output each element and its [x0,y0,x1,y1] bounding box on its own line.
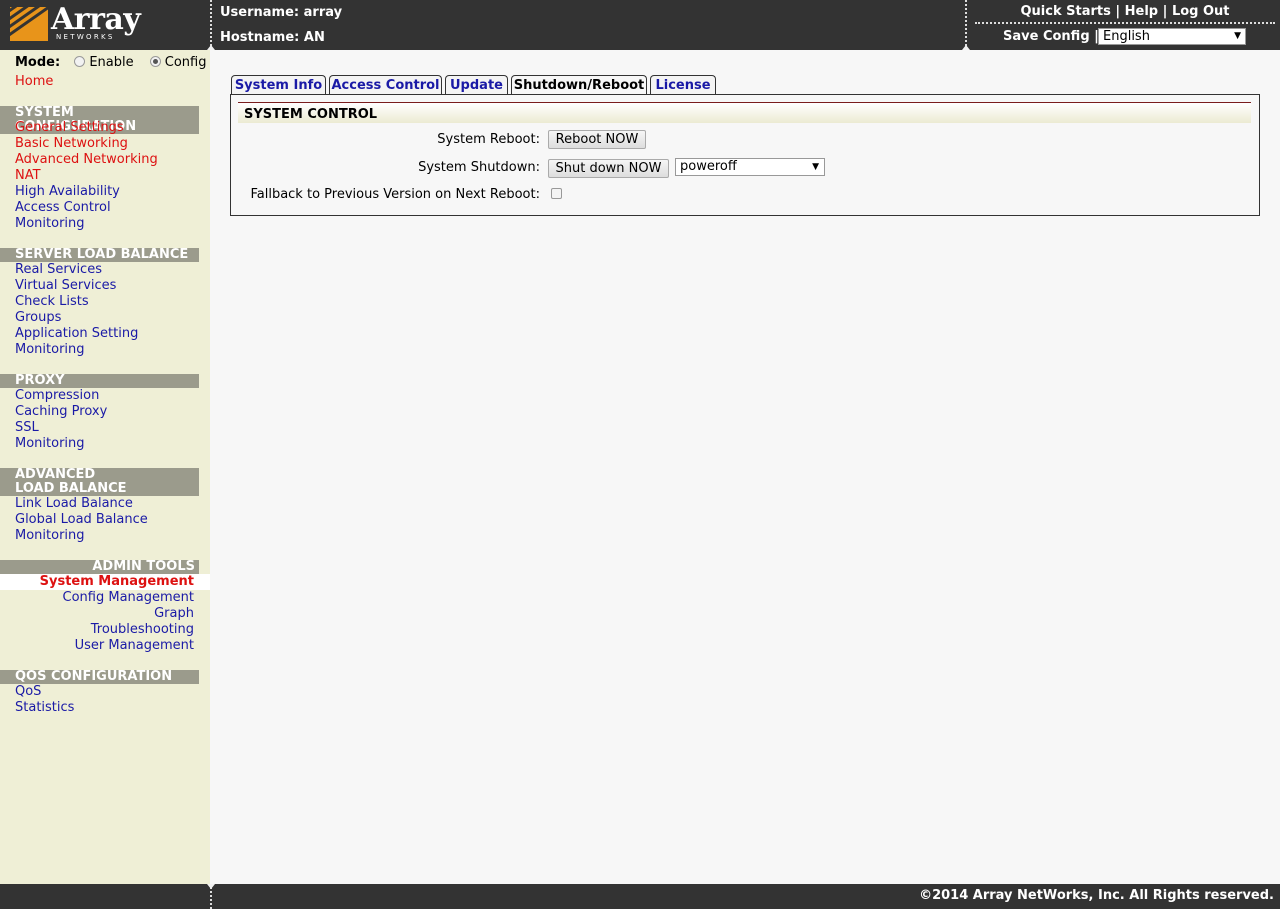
system-reboot-label: System Reboot: [437,132,540,147]
tab-shutdown-reboot[interactable]: Shutdown/Reboot [511,75,647,96]
tab-access-control[interactable]: Access Control [329,75,442,95]
section-advanced-load-balance: ADVANCED LOAD BALANCE [0,468,199,496]
header-divider-right [965,0,967,50]
language-select[interactable]: English ▼ [1098,28,1246,45]
sidebar-item-link-load-balance[interactable]: Link Load Balance [15,496,133,512]
sidebar-item-monitoring[interactable]: Monitoring [15,216,85,232]
system-control-panel: SYSTEM CONTROL System Reboot: Reboot NOW… [230,94,1260,216]
user-info: Username: array Hostname: AN [220,5,342,55]
mode-enable-label: Enable [89,55,134,70]
logo-text: Array [51,2,141,37]
dropdown-arrow-icon: ▼ [1234,31,1241,41]
sidebar-item-home[interactable]: Home [15,74,53,90]
language-select-value: English [1103,29,1150,44]
dropdown-arrow-icon: ▼ [812,162,819,172]
mode-label: Mode: [15,55,61,70]
link-separator: | [1162,4,1168,19]
sidebar-item-ssl[interactable]: SSL [15,420,39,436]
tab-system-info[interactable]: System Info [231,75,326,95]
mode-enable-radio[interactable] [74,56,86,67]
fallback-label: Fallback to Previous Version on Next Reb… [250,187,540,202]
link-separator: | [1115,4,1121,19]
tab-update[interactable]: Update [445,75,508,95]
top-links-divider [975,22,1275,24]
sidebar-item-basic-networking[interactable]: Basic Networking [15,136,128,152]
sidebar-item-statistics[interactable]: Statistics [15,700,74,716]
mode-config-label: Config [164,55,207,70]
sidebar-item-general-settings[interactable]: General Settings [15,120,124,136]
section-proxy: PROXY [0,374,199,388]
sidebar-item-groups[interactable]: Groups [15,310,61,326]
shutdown-mode-value: poweroff [680,159,737,174]
footer: ©2014 Array NetWorks, Inc. All Rights re… [0,884,1280,909]
copyright-text: ©2014 Array NetWorks, Inc. All Rights re… [919,888,1274,903]
sidebar-item-high-availability[interactable]: High Availability [15,184,120,200]
sidebar-item-caching-proxy[interactable]: Caching Proxy [15,404,107,420]
panel-header: SYSTEM CONTROL [238,103,1251,123]
shut-down-now-button[interactable]: Shut down NOW [548,159,669,178]
fallback-checkbox[interactable] [551,188,562,199]
sidebar-item-proxy-monitoring[interactable]: Monitoring [15,436,85,452]
section-admin-tools: ADMIN TOOLS [0,560,199,574]
sidebar-item-slb-monitoring[interactable]: Monitoring [15,342,85,358]
log-out-link[interactable]: Log Out [1172,4,1230,19]
sidebar-item-user-management[interactable]: User Management [75,638,194,654]
mode-config-radio[interactable] [149,56,161,67]
system-shutdown-label: System Shutdown: [418,160,540,175]
logo-mark-icon [10,7,48,41]
username-label: Username: array [220,5,343,20]
tab-license[interactable]: License [650,75,716,95]
save-config-link[interactable]: Save Config | [1003,28,1099,46]
section-server-load-balance: SERVER LOAD BALANCE [0,248,199,262]
sidebar-item-virtual-services[interactable]: Virtual Services [15,278,116,294]
header-divider-marker [962,45,970,50]
section-qos-configuration: QOS CONFIGURATION [0,670,199,684]
footer-divider-marker [207,884,215,889]
sidebar-item-graph[interactable]: Graph [154,606,194,622]
sidebar-item-alb-monitoring[interactable]: Monitoring [15,528,85,544]
sidebar-item-system-management[interactable]: System Management [0,574,210,590]
sidebar-item-application-setting[interactable]: Application Setting [15,326,138,342]
sidebar-item-system-management-label: System Management [39,574,194,589]
reboot-now-button[interactable]: Reboot NOW [548,130,646,149]
mode-switch: Mode: Enable Config [15,55,206,70]
sidebar-item-access-control[interactable]: Access Control [15,200,111,216]
help-link[interactable]: Help [1125,4,1158,19]
quick-starts-link[interactable]: Quick Starts [1020,4,1110,19]
logo-subtext: NETWORKS [56,33,115,41]
sidebar-item-config-management[interactable]: Config Management [63,590,194,606]
array-networks-logo[interactable]: Array NETWORKS [10,2,141,43]
sidebar-item-global-load-balance[interactable]: Global Load Balance [15,512,148,528]
panel-title: SYSTEM CONTROL [244,107,378,122]
sidebar-item-qos[interactable]: QoS [15,684,41,700]
shutdown-mode-select[interactable]: poweroff ▼ [675,158,825,176]
sidebar: Mode: Enable Config Home SYSTEM CONFIGUR… [0,50,210,884]
sidebar-item-real-services[interactable]: Real Services [15,262,102,278]
top-links: Quick Starts | Help | Log Out [975,4,1275,24]
header-divider-left [210,0,212,50]
top-bar: Array NETWORKS Username: array Hostname:… [0,0,1280,50]
sidebar-item-nat[interactable]: NAT [15,168,41,184]
sidebar-item-advanced-networking[interactable]: Advanced Networking [15,152,158,168]
sidebar-item-troubleshooting[interactable]: Troubleshooting [91,622,194,638]
hostname-label: Hostname: AN [220,30,325,45]
sidebar-item-compression[interactable]: Compression [15,388,99,404]
sidebar-item-check-lists[interactable]: Check Lists [15,294,89,310]
